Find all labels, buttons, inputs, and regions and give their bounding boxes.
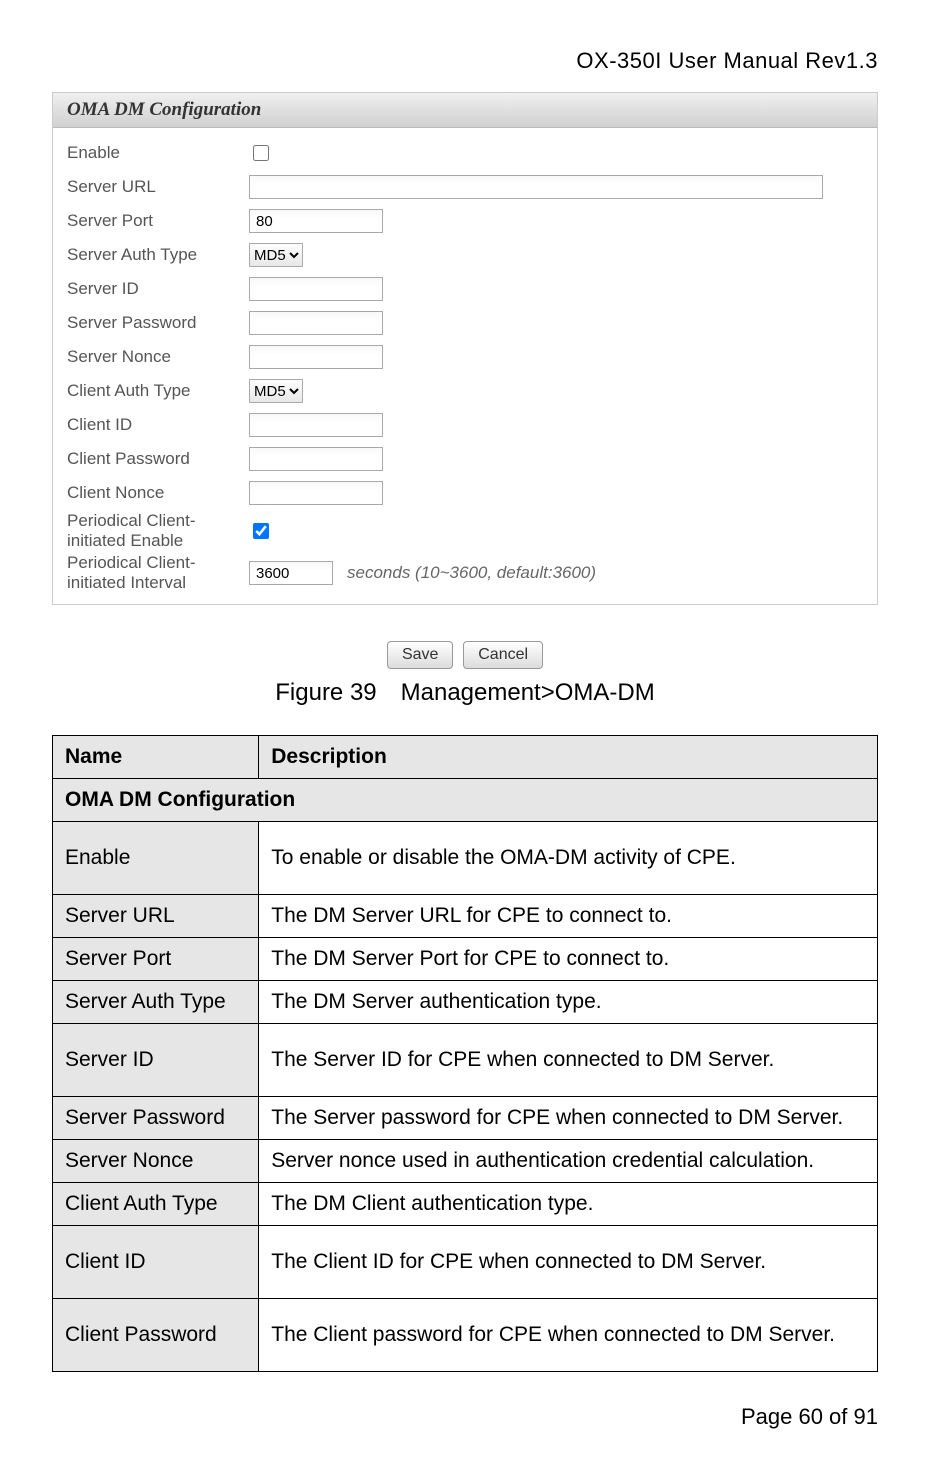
label-server-url: Server URL	[67, 177, 249, 197]
label-client-password: Client Password	[67, 449, 249, 469]
label-client-auth-type: Client Auth Type	[67, 381, 249, 401]
row-server-auth-type: Server Auth Type MD5	[67, 238, 863, 272]
page-footer: Page 60 of 91	[52, 1404, 878, 1430]
client-password-input[interactable]	[249, 447, 383, 471]
col-header-name: Name	[53, 736, 259, 779]
table-row: Server Nonce Server nonce used in authen…	[53, 1140, 878, 1183]
row-enable: Enable	[67, 136, 863, 170]
cell-name: Server Password	[53, 1097, 259, 1140]
doc-header: OX-350I User Manual Rev1.3	[52, 48, 878, 74]
interval-hint: seconds (10~3600, default:3600)	[347, 563, 596, 583]
periodical-interval-input[interactable]	[249, 561, 333, 585]
row-server-id: Server ID	[67, 272, 863, 306]
form-rows: Enable Server URL Server Port Server Aut…	[53, 128, 877, 604]
cell-name: Client ID	[53, 1226, 259, 1299]
enable-checkbox[interactable]	[253, 145, 269, 161]
client-id-input[interactable]	[249, 413, 383, 437]
row-periodical-interval: Periodical Client-initiated Interval sec…	[67, 552, 863, 594]
cell-name: Server Port	[53, 938, 259, 981]
label-enable: Enable	[67, 143, 249, 163]
table-row: Client ID The Client ID for CPE when con…	[53, 1226, 878, 1299]
server-nonce-input[interactable]	[249, 345, 383, 369]
row-server-password: Server Password	[67, 306, 863, 340]
table-row: Enable To enable or disable the OMA-DM a…	[53, 822, 878, 895]
figure-caption: Figure 39 Management>OMA-DM	[52, 679, 878, 707]
cell-desc: The DM Server authentication type.	[259, 981, 878, 1024]
cell-name: Server Nonce	[53, 1140, 259, 1183]
row-server-url: Server URL	[67, 170, 863, 204]
row-client-id: Client ID	[67, 408, 863, 442]
section-title: OMA DM Configuration	[53, 779, 878, 822]
label-server-password: Server Password	[67, 313, 249, 333]
table-row: Server URL The DM Server URL for CPE to …	[53, 895, 878, 938]
table-row: Server ID The Server ID for CPE when con…	[53, 1024, 878, 1097]
cell-desc: The Client password for CPE when connect…	[259, 1299, 878, 1372]
label-periodical-enable: Periodical Client-initiated Enable	[67, 511, 249, 550]
col-header-desc: Description	[259, 736, 878, 779]
client-auth-type-select[interactable]: MD5	[249, 379, 303, 403]
description-table: Name Description OMA DM Configuration En…	[52, 735, 878, 1372]
table-row: Client Auth Type The DM Client authentic…	[53, 1183, 878, 1226]
label-server-auth-type: Server Auth Type	[67, 245, 249, 265]
label-client-id: Client ID	[67, 415, 249, 435]
cell-desc: The DM Client authentication type.	[259, 1183, 878, 1226]
label-server-nonce: Server Nonce	[67, 347, 249, 367]
row-periodical-enable: Periodical Client-initiated Enable	[67, 510, 863, 552]
cell-desc: Server nonce used in authentication cred…	[259, 1140, 878, 1183]
server-password-input[interactable]	[249, 311, 383, 335]
section-row: OMA DM Configuration	[53, 779, 878, 822]
server-id-input[interactable]	[249, 277, 383, 301]
label-client-nonce: Client Nonce	[67, 483, 249, 503]
panel-title: OMA DM Configuration	[53, 93, 877, 128]
client-nonce-input[interactable]	[249, 481, 383, 505]
row-server-port: Server Port	[67, 204, 863, 238]
config-panel: OMA DM Configuration Enable Server URL S…	[52, 92, 878, 605]
cell-name: Server ID	[53, 1024, 259, 1097]
save-button[interactable]: Save	[387, 641, 453, 669]
table-header-row: Name Description	[53, 736, 878, 779]
cell-desc: The DM Server URL for CPE to connect to.	[259, 895, 878, 938]
table-row: Server Port The DM Server Port for CPE t…	[53, 938, 878, 981]
label-server-id: Server ID	[67, 279, 249, 299]
server-port-input[interactable]	[249, 209, 383, 233]
table-row: Client Password The Client password for …	[53, 1299, 878, 1372]
table-row: Server Auth Type The DM Server authentic…	[53, 981, 878, 1024]
row-server-nonce: Server Nonce	[67, 340, 863, 374]
server-auth-type-select[interactable]: MD5	[249, 243, 303, 267]
cell-name: Client Auth Type	[53, 1183, 259, 1226]
cell-name: Client Password	[53, 1299, 259, 1372]
row-client-nonce: Client Nonce	[67, 476, 863, 510]
label-periodical-interval: Periodical Client-initiated Interval	[67, 553, 249, 592]
periodical-enable-checkbox[interactable]	[253, 523, 269, 539]
label-server-port: Server Port	[67, 211, 249, 231]
row-client-password: Client Password	[67, 442, 863, 476]
row-client-auth-type: Client Auth Type MD5	[67, 374, 863, 408]
server-url-input[interactable]	[249, 175, 823, 199]
cell-desc: To enable or disable the OMA-DM activity…	[259, 822, 878, 895]
cell-desc: The Server password for CPE when connect…	[259, 1097, 878, 1140]
cell-desc: The Server ID for CPE when connected to …	[259, 1024, 878, 1097]
table-row: Server Password The Server password for …	[53, 1097, 878, 1140]
cancel-button[interactable]: Cancel	[463, 641, 543, 669]
button-row: Save Cancel	[52, 641, 878, 669]
cell-name: Server Auth Type	[53, 981, 259, 1024]
cell-name: Enable	[53, 822, 259, 895]
cell-desc: The Client ID for CPE when connected to …	[259, 1226, 878, 1299]
cell-name: Server URL	[53, 895, 259, 938]
cell-desc: The DM Server Port for CPE to connect to…	[259, 938, 878, 981]
